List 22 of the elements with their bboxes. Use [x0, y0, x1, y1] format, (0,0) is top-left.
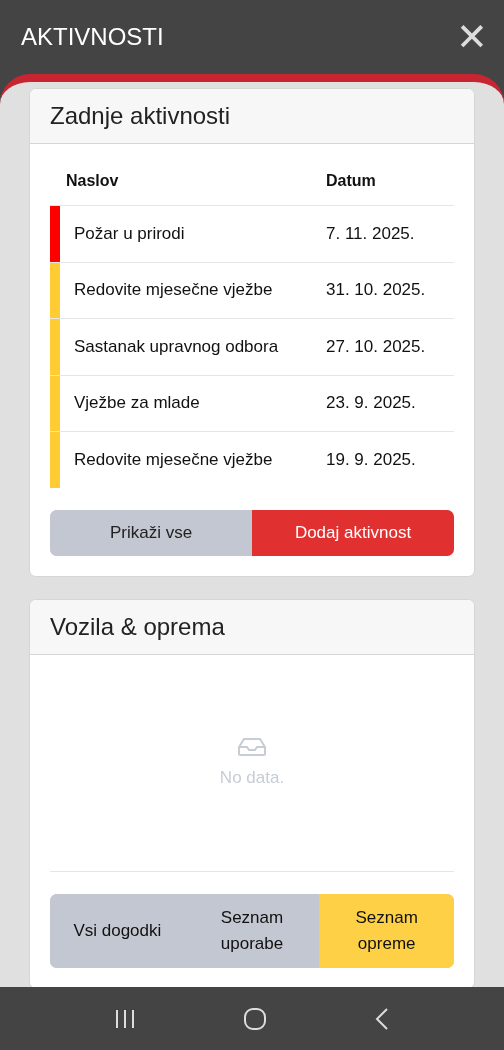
- activity-title: Sastanak upravnog odbora: [73, 336, 280, 357]
- activity-date: 31. 10. 2025.: [326, 280, 427, 301]
- activity-title: Vježbe za mlade: [73, 393, 201, 414]
- column-header: Datum: [326, 172, 377, 190]
- card-title: Zadnje aktivnosti: [50, 102, 231, 130]
- activity-date: 19. 9. 2025.: [326, 449, 417, 470]
- add-activity-button[interactable]: Dodaj aktivnost: [252, 509, 454, 556]
- activity-date: 23. 9. 2025.: [326, 393, 417, 414]
- screen-title: AKTIVNOSTI: [21, 23, 164, 51]
- activity-title: Redovite mjesečne vježbe: [73, 280, 274, 301]
- recent-apps-icon[interactable]: [113, 1007, 136, 1030]
- back-icon[interactable]: [374, 1006, 391, 1031]
- column-header: Naslov: [66, 172, 120, 190]
- close-button[interactable]: ✕: [456, 18, 488, 56]
- card-title: Vozila & oprema: [50, 612, 225, 641]
- home-icon[interactable]: [243, 1006, 267, 1031]
- activity-title: Redovite mjesečne vježbe: [73, 449, 274, 470]
- activity-date: 7. 11. 2025.: [326, 223, 416, 244]
- activity-title: Požar u prirodi: [73, 223, 186, 244]
- inbox-icon: [238, 737, 266, 756]
- list-tab[interactable]: Seznam opreme: [319, 893, 454, 968]
- activity-date: 27. 10. 2025.: [326, 336, 427, 357]
